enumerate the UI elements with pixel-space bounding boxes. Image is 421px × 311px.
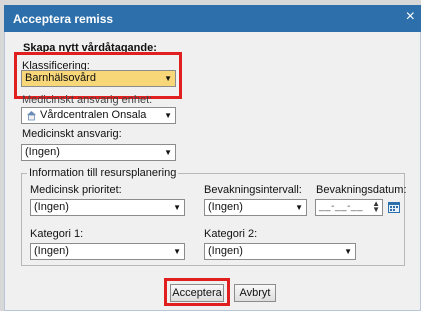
priority-value: (Ingen) xyxy=(34,201,69,213)
resource-planning-legend: Information till resursplanering xyxy=(27,167,179,179)
chevron-down-icon: ▼ xyxy=(164,148,172,157)
category2-select[interactable]: (Ingen) ▼ xyxy=(204,243,356,260)
responsible-person-label: Medicinskt ansvarig: xyxy=(22,128,122,140)
close-icon[interactable]: × xyxy=(406,9,415,25)
monitoring-interval-label: Bevakningsintervall: xyxy=(204,184,302,196)
accept-button[interactable]: Acceptera xyxy=(170,284,224,302)
monitoring-interval-value: (Ingen) xyxy=(208,201,243,213)
chevron-down-icon: ▼ xyxy=(173,203,181,212)
date-value: __-__-__ xyxy=(319,201,364,212)
cancel-button[interactable]: Avbryt xyxy=(234,284,276,302)
category1-value: (Ingen) xyxy=(34,245,69,257)
monitoring-interval-select[interactable]: (Ingen) ▼ xyxy=(204,199,307,216)
priority-label: Medicinsk prioritet: xyxy=(30,184,122,196)
responsible-unit-select[interactable]: Vårdcentralen Onsala ▼ xyxy=(21,107,176,124)
category1-label: Kategori 1: xyxy=(30,228,84,240)
responsible-unit-value: Vårdcentralen Onsala xyxy=(40,109,147,121)
chevron-down-icon: ▼ xyxy=(164,74,172,83)
dialog-titlebar: Acceptera remiss × xyxy=(4,5,421,32)
category2-value: (Ingen) xyxy=(208,245,243,257)
category1-select[interactable]: (Ingen) ▼ xyxy=(30,243,185,260)
monitoring-date-field[interactable]: __-__-__ ▲ ▼ xyxy=(315,199,383,216)
chevron-down-icon: ▼ xyxy=(164,111,172,120)
dialog-title: Acceptera remiss xyxy=(13,12,114,26)
chevron-down-icon: ▼ xyxy=(344,247,352,256)
responsible-person-value: (Ingen) xyxy=(25,146,60,158)
house-icon xyxy=(27,111,36,121)
classification-value: Barnhälsovård xyxy=(25,72,96,84)
classification-select[interactable]: Barnhälsovård ▼ xyxy=(21,70,176,87)
chevron-down-icon: ▼ xyxy=(173,247,181,256)
priority-select[interactable]: (Ingen) ▼ xyxy=(30,199,185,216)
responsible-unit-label: Medicinskt ansvarig enhet: xyxy=(22,94,153,106)
spin-arrows-icon[interactable]: ▲ ▼ xyxy=(372,200,380,214)
chevron-down-icon: ▼ xyxy=(295,203,303,212)
monitoring-date-label: Bevakningsdatum: xyxy=(316,184,407,196)
category2-label: Kategori 2: xyxy=(204,228,258,240)
calendar-icon[interactable] xyxy=(387,200,401,214)
responsible-person-select[interactable]: (Ingen) ▼ xyxy=(21,144,176,161)
